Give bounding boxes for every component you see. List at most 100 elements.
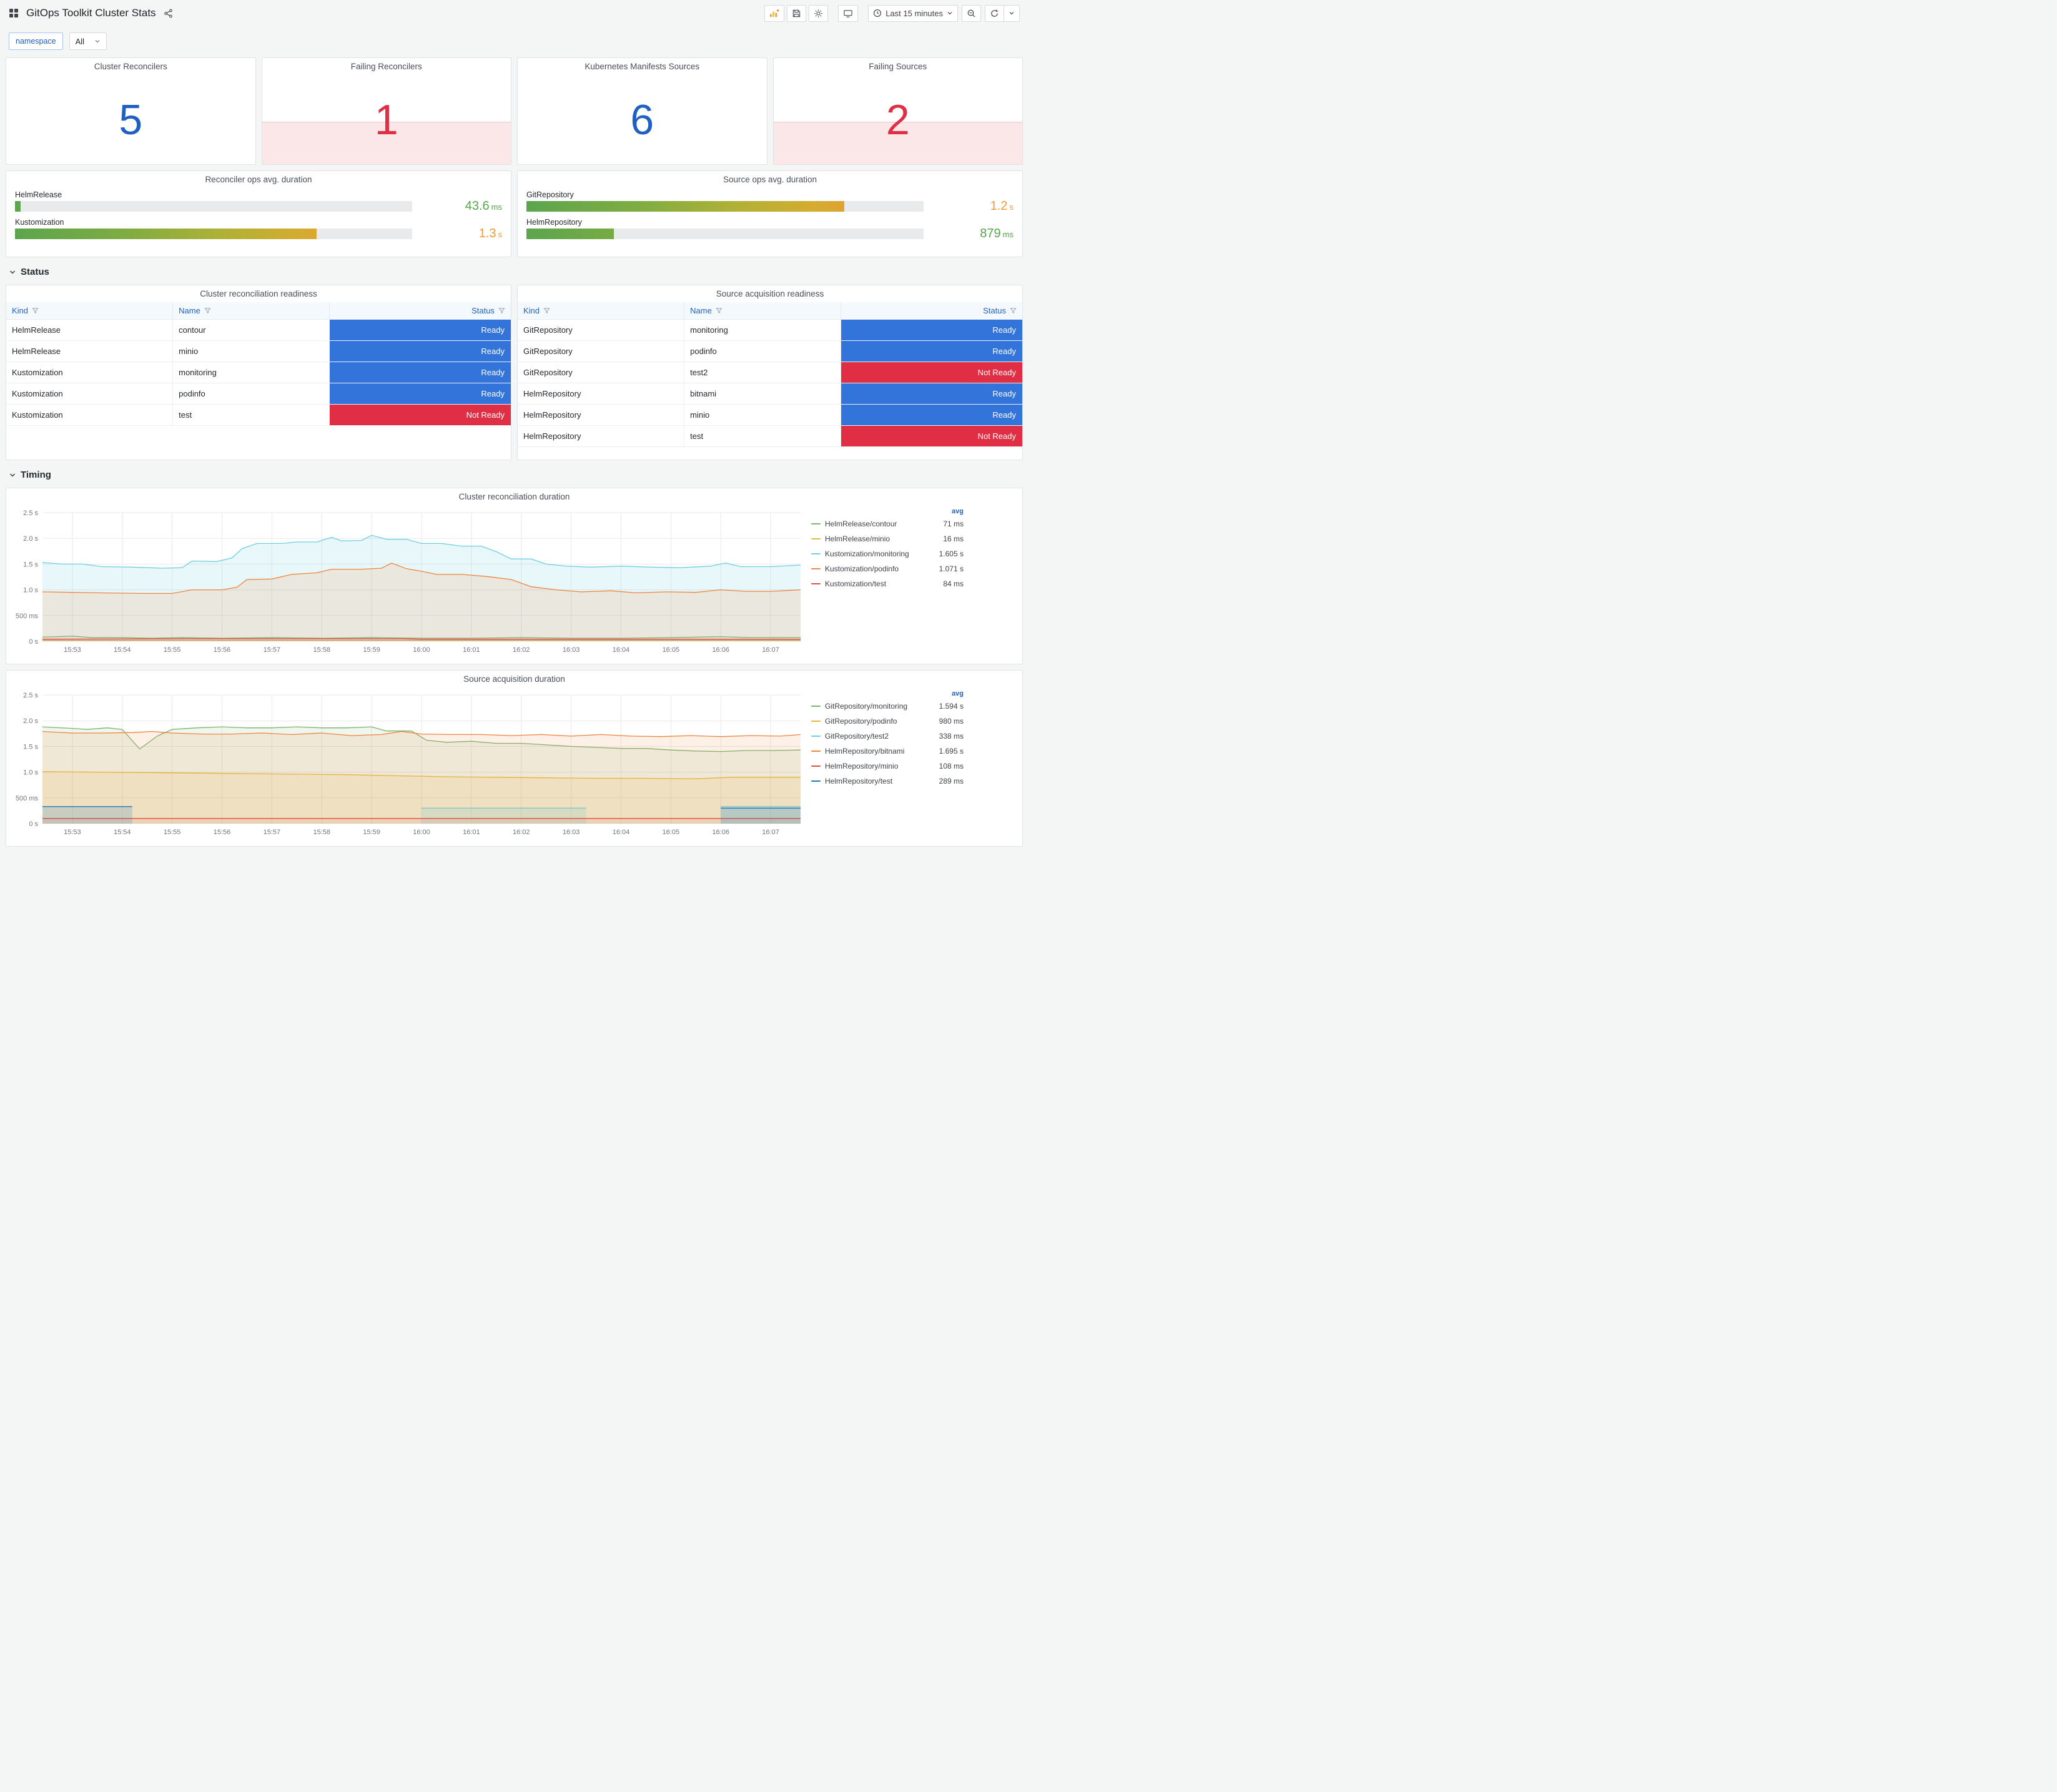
status-cell: Ready xyxy=(841,404,1022,426)
series-color-swatch xyxy=(811,780,821,782)
chevron-down-icon xyxy=(947,12,952,15)
column-header-kind[interactable]: Kind xyxy=(518,302,685,320)
series-color-swatch xyxy=(811,766,821,767)
table-row: HelmRepository minio Ready xyxy=(518,404,1022,426)
series-name: HelmRelease/minio xyxy=(825,534,890,543)
legend-item[interactable]: HelmRelease/minio 16 ms xyxy=(811,531,964,546)
series-area xyxy=(721,808,801,824)
x-tick-label: 16:07 xyxy=(762,646,779,654)
table-row: HelmRelease minio Ready xyxy=(6,340,511,362)
series-color-swatch xyxy=(811,568,821,569)
zoom-out-button[interactable] xyxy=(962,4,981,22)
name-cell: test xyxy=(172,404,330,426)
add-panel-button[interactable] xyxy=(764,4,785,22)
gauge-bar-fill xyxy=(526,201,844,212)
legend-item[interactable]: HelmRepository/minio 108 ms xyxy=(811,759,964,774)
legend-item[interactable]: GitRepository/monitoring 1.594 s xyxy=(811,699,964,714)
legend-item[interactable]: Kustomization/podinfo 1.071 s xyxy=(811,561,964,576)
table-row: Kustomization monitoring Ready xyxy=(6,362,511,383)
status-cell: Ready xyxy=(329,362,511,383)
namespace-variable-label[interactable]: namespace xyxy=(9,32,63,50)
gauge-value-unit: s xyxy=(1009,202,1014,212)
legend-item[interactable]: HelmRepository/bitnami 1.695 s xyxy=(811,744,964,759)
dashboard-settings-button[interactable] xyxy=(809,4,829,22)
status-badge: Ready xyxy=(329,383,511,404)
filter-icon[interactable] xyxy=(204,307,211,314)
section-status[interactable]: Status xyxy=(0,263,1028,285)
x-tick-label: 15:55 xyxy=(164,829,181,836)
filter-icon[interactable] xyxy=(498,307,505,314)
gauge-bar-gradient xyxy=(526,201,844,212)
series-avg-value: 1.071 s xyxy=(939,564,964,573)
series-area xyxy=(42,731,801,824)
stat-panel: Cluster Reconcilers 5 xyxy=(6,57,256,165)
series-area xyxy=(42,806,132,824)
timeseries-panel: Cluster reconciliation duration 15:53 15:5… xyxy=(6,488,1023,664)
stat-panel-title[interactable]: Failing Sources xyxy=(774,58,1023,75)
series-color-swatch xyxy=(811,583,821,584)
gauge-bar-fill xyxy=(526,229,614,239)
cycle-view-button[interactable] xyxy=(838,4,859,22)
series-name: HelmRelease/contour xyxy=(825,519,897,528)
gauge-row: Kustomization 1.3 s xyxy=(15,218,502,240)
dashboard-title: GitOps Toolkit Cluster Stats xyxy=(26,7,156,19)
section-timing[interactable]: Timing xyxy=(0,466,1028,488)
table-row: HelmRepository test Not Ready xyxy=(518,425,1022,447)
gauge-value-unit: ms xyxy=(1002,229,1014,239)
filter-icon[interactable] xyxy=(716,307,723,314)
stat-panel-title[interactable]: Cluster Reconcilers xyxy=(6,58,255,75)
dashboard-grid-icon[interactable] xyxy=(7,7,20,19)
filter-icon[interactable] xyxy=(543,307,550,314)
x-tick-label: 16:06 xyxy=(712,829,729,836)
namespace-variable-dropdown[interactable]: All xyxy=(69,32,107,50)
table-panel-title[interactable]: Source acquisition readiness xyxy=(518,285,1022,302)
legend-item[interactable]: GitRepository/test2 338 ms xyxy=(811,729,964,744)
stat-panel-title[interactable]: Kubernetes Manifests Sources xyxy=(518,58,767,75)
y-tick-label: 1.0 s xyxy=(23,769,38,777)
legend-item[interactable]: Kustomization/test 84 ms xyxy=(811,576,964,591)
time-range-picker[interactable]: Last 15 minutes xyxy=(868,4,958,22)
x-tick-label: 15:59 xyxy=(363,646,380,654)
column-header-kind[interactable]: Kind xyxy=(6,302,174,320)
legend-item[interactable]: GitRepository/podinfo 980 ms xyxy=(811,714,964,729)
status-badge: Ready xyxy=(329,340,511,362)
chart-panel-title[interactable]: Source acquisition duration xyxy=(6,671,1022,687)
name-cell: minio xyxy=(172,340,330,362)
navbar-left: GitOps Toolkit Cluster Stats xyxy=(7,7,174,19)
series-name: Kustomization/test xyxy=(825,579,887,588)
chart-panel-title[interactable]: Cluster reconciliation duration xyxy=(6,488,1022,505)
legend-item[interactable]: Kustomization/monitoring 1.605 s xyxy=(811,546,964,561)
legend-item[interactable]: HelmRepository/test 289 ms xyxy=(811,774,964,789)
table-row: Kustomization test Not Ready xyxy=(6,404,511,426)
save-dashboard-button[interactable] xyxy=(787,4,807,22)
legend-item[interactable]: HelmRelease/contour 71 ms xyxy=(811,516,964,531)
bargauge-panel-title[interactable]: Source ops avg. duration xyxy=(518,171,1022,188)
legend-avg-header[interactable]: avg xyxy=(811,689,964,699)
column-header-name[interactable]: Name xyxy=(172,302,330,320)
column-header-status[interactable]: Status xyxy=(841,302,1022,320)
gauge-label: HelmRepository xyxy=(526,218,582,227)
gauge-value-number: 1.3 xyxy=(478,226,496,240)
column-header-status[interactable]: Status xyxy=(329,302,511,320)
bargauge-panel-title[interactable]: Reconciler ops avg. duration xyxy=(6,171,511,188)
filter-icon[interactable] xyxy=(32,307,39,314)
stat-panel-title[interactable]: Failing Reconcilers xyxy=(262,58,511,75)
timeseries-panel: Source acquisition duration 15:53 15:54 15:… xyxy=(6,670,1023,847)
chart-row-reconciliation: Cluster reconciliation duration 15:53 15:5… xyxy=(0,488,1028,664)
column-header-label: Kind xyxy=(523,305,540,315)
y-tick-label: 500 ms xyxy=(16,795,39,802)
table-panel-title[interactable]: Cluster reconciliation readiness xyxy=(6,285,511,302)
table-header-row: Kind Name Status xyxy=(518,302,1022,320)
filter-icon[interactable] xyxy=(1010,307,1017,314)
share-icon[interactable] xyxy=(162,7,174,19)
x-tick-label: 15:57 xyxy=(264,829,281,836)
stat-panel: Kubernetes Manifests Sources 6 xyxy=(517,57,767,165)
readiness-table: Kind Name Status HelmRelease contour Ready Hel… xyxy=(6,302,511,426)
legend-avg-header[interactable]: avg xyxy=(811,506,964,516)
gauge-bar-track xyxy=(526,201,924,212)
refresh-interval-dropdown[interactable] xyxy=(1004,4,1020,22)
refresh-button[interactable] xyxy=(985,4,1004,22)
gauge-value-number: 879 xyxy=(980,226,1001,240)
chevron-down-icon xyxy=(1009,12,1014,15)
column-header-name[interactable]: Name xyxy=(684,302,841,320)
